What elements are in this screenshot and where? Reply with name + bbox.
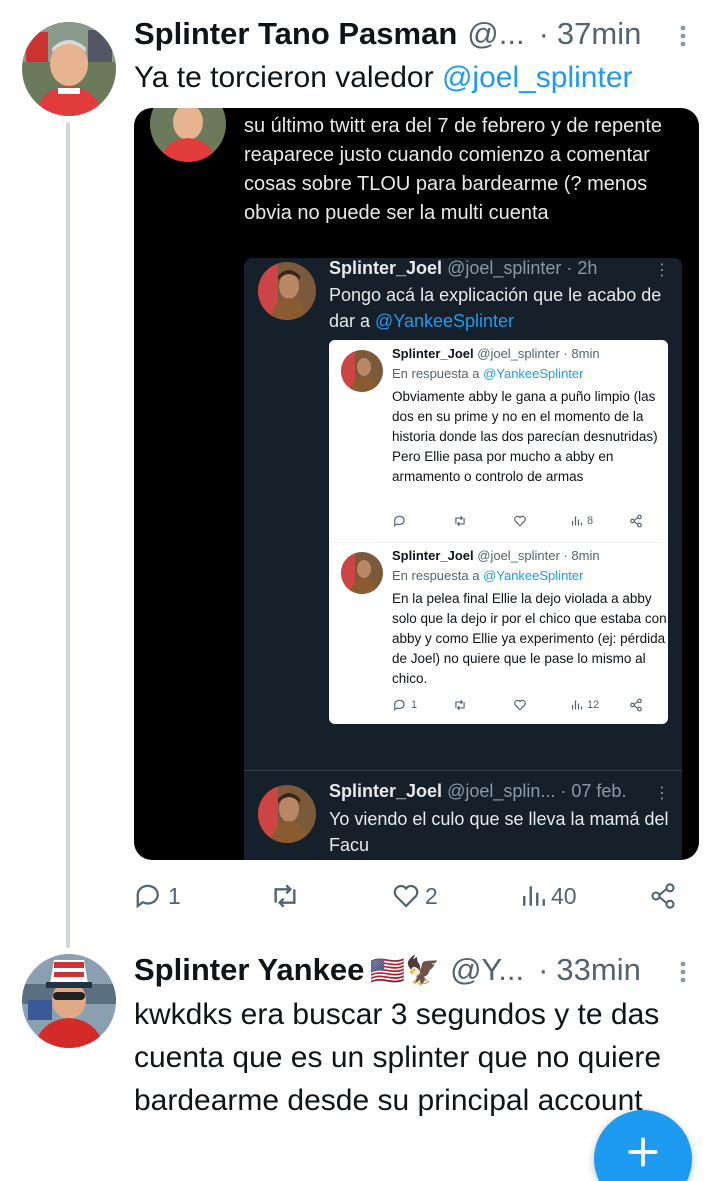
reply-text: Obviamente abby le gana a puño limpio (l… [392, 389, 658, 484]
views-icon [523, 886, 545, 906]
author-handle[interactable]: @... [467, 16, 524, 52]
reply-header: Splinter_Joel @joel_splinter · 8min [392, 346, 600, 361]
heart-icon [513, 514, 571, 528]
quoted-tweet-header: Splinter_Joel @joel_splinter · 2h [329, 258, 597, 279]
like-button[interactable]: 2 [391, 881, 521, 911]
retweet-icon [453, 514, 513, 528]
flag-emoji: 🇺🇸🦅 [370, 955, 441, 986]
in-reply-to-label: En respuesta a [392, 568, 484, 583]
share-button[interactable] [649, 882, 677, 910]
mention-link: @YankeeSplinter [375, 311, 515, 331]
tweet-header: Splinter Yankee 🇺🇸🦅 @Y... · 33min [134, 952, 641, 988]
screenshot-text: su último twitt era del 7 de febrero y d… [244, 115, 663, 224]
view-count: 12 [587, 699, 600, 711]
quoted-tweet-text: Yo viendo el culo que se lleva la mamá d… [329, 809, 669, 855]
tweet-actions: 1 2 40 [134, 876, 679, 916]
mention-link: @YankeeSplinter [483, 366, 584, 381]
heart-icon [393, 884, 419, 908]
in-reply-to: En respuesta a @YankeeSplinter [392, 568, 583, 583]
reply-icon [393, 514, 453, 528]
quoted-tweet-header: Splinter_Joel @joel_splin... · 07 feb. [329, 781, 626, 802]
author-name: Splinter_Joel [392, 548, 474, 563]
timestamp[interactable]: 37min [557, 16, 641, 52]
tweet-text-body: Ya te torcieron valedor [134, 61, 442, 94]
reply-icon: 1 [393, 698, 453, 712]
author-name: Splinter_Joel [392, 346, 474, 361]
avatar[interactable] [22, 22, 116, 116]
tweet-text: kwkdks era buscar 3 segundos y te das cu… [134, 998, 662, 1117]
second-quoted-tweet: Splinter_Joel @joel_splin... · 07 feb. ⋮… [244, 771, 682, 860]
avatar [258, 262, 316, 320]
more-icon[interactable] [676, 960, 690, 989]
more-icon: ⋮ [654, 262, 670, 279]
avatar [150, 108, 226, 162]
embedded-replies-card: Splinter_Joel @joel_splinter · 8min En r… [329, 340, 668, 724]
retweet-button[interactable] [269, 880, 391, 912]
timestamp: · 2h [566, 258, 598, 278]
thread-connector-line [66, 122, 70, 948]
views-icon: 12 [571, 699, 629, 711]
in-reply-to: En respuesta a @YankeeSplinter [392, 366, 583, 381]
share-icon [629, 514, 643, 528]
author-handle: @joel_splin... [447, 781, 556, 801]
mention-link: @YankeeSplinter [483, 568, 584, 583]
timestamp: · 8min [563, 346, 600, 361]
quoted-tweet-card: Splinter_Joel @joel_splinter · 2h ⋮ Pong… [244, 258, 682, 843]
retweet-icon [453, 698, 513, 712]
in-reply-to-label: En respuesta a [392, 366, 484, 381]
divider [329, 542, 668, 543]
avatar [258, 785, 316, 843]
retweet-icon [274, 884, 296, 908]
author-handle: @joel_splinter [447, 258, 562, 278]
share-icon [629, 698, 643, 712]
reply-text: En la pelea final Ellie la dejo violada … [392, 591, 667, 686]
views-button[interactable]: 40 [521, 883, 649, 910]
avatar [341, 552, 383, 594]
avatar [341, 350, 383, 392]
like-count: 2 [425, 882, 438, 909]
reply-button[interactable]: 1 [134, 881, 269, 911]
timestamp: · 07 feb. [560, 781, 627, 801]
view-count: 40 [551, 882, 577, 909]
tweet-header: Splinter Tano Pasman @... · 37min [134, 16, 641, 52]
plus-icon [628, 1137, 658, 1167]
heart-icon [513, 698, 571, 712]
avatar[interactable] [22, 954, 116, 1048]
quoted-tweet-text: Pongo acá la explicación que le acabo de… [329, 282, 674, 334]
tweet-media-image[interactable]: su último twitt era del 7 de febrero y d… [134, 108, 699, 860]
separator-dot: · [538, 952, 549, 987]
view-count: 8 [587, 515, 594, 527]
tweet-text: Ya te torcieron valedor @joel_splinter [134, 56, 694, 99]
reply-count: 1 [168, 882, 181, 909]
reply-actions: 8 [393, 514, 653, 528]
timestamp[interactable]: 33min [556, 952, 640, 988]
author-name[interactable]: Splinter Yankee [134, 952, 364, 988]
reply-icon [136, 884, 159, 909]
reply-header: Splinter_Joel @joel_splinter · 8min [392, 548, 600, 563]
timestamp: · 8min [563, 548, 600, 563]
author-name: Splinter_Joel [329, 781, 443, 801]
separator-dot: · [538, 16, 549, 51]
author-handle[interactable]: @Y... [450, 952, 524, 988]
share-icon [651, 883, 675, 909]
author-handle: @joel_splinter [477, 548, 560, 563]
more-icon[interactable] [676, 24, 690, 53]
author-name: Splinter_Joel [329, 258, 443, 278]
reply-actions: 1 12 [393, 698, 653, 712]
author-name[interactable]: Splinter Tano Pasman [134, 16, 457, 52]
views-icon: 8 [571, 515, 629, 527]
more-icon: ⋮ [654, 785, 670, 802]
author-handle: @joel_splinter [477, 346, 560, 361]
mention-link[interactable]: @joel_splinter [442, 61, 633, 94]
reply-count: 1 [411, 699, 418, 711]
